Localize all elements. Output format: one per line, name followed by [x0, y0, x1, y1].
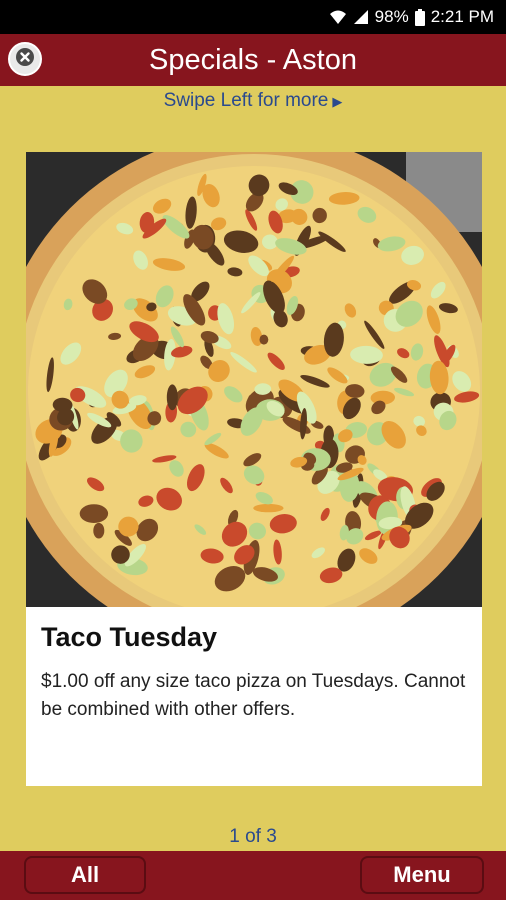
swipe-hint-text: Swipe Left for more	[163, 90, 329, 111]
swipe-hint: Swipe Left for more ▶	[0, 90, 506, 112]
bottom-nav: All Menu	[0, 851, 506, 900]
play-arrow-icon: ▶	[332, 94, 343, 109]
page-indicator: 1 of 3	[229, 826, 277, 847]
page-title: Specials - Aston	[149, 44, 357, 76]
pizza-topping	[259, 334, 269, 345]
taco-pizza-photo	[26, 152, 482, 607]
special-title: Taco Tuesday	[41, 622, 218, 652]
pizza-topping	[166, 384, 178, 411]
battery-icon	[414, 8, 425, 26]
menu-button[interactable]: Menu	[360, 856, 484, 894]
pizza-topping	[93, 522, 105, 539]
status-bar: 98% 2:21 PM	[0, 0, 506, 34]
header-bar: Specials - Aston	[0, 34, 506, 86]
battery-percent: 98%	[374, 7, 409, 26]
special-description: $1.00 off any size taco pizza on Tuesday…	[41, 671, 466, 720]
pizza-topping	[253, 503, 284, 513]
all-button[interactable]: All	[24, 856, 146, 894]
signal-icon	[353, 9, 369, 25]
pizza-topping	[79, 504, 109, 523]
special-card[interactable]: Taco Tuesday $1.00 off any size taco piz…	[26, 152, 482, 786]
clock: 2:21 PM	[430, 7, 494, 26]
wifi-icon	[329, 9, 347, 25]
